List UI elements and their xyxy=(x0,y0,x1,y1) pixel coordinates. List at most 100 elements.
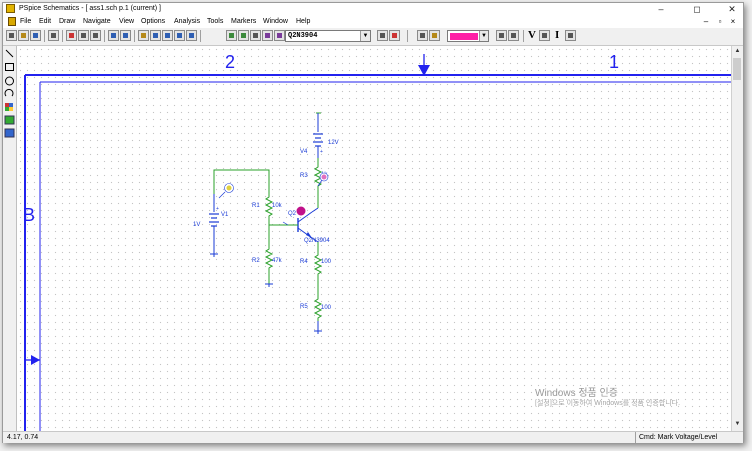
redo-icon[interactable] xyxy=(120,30,131,41)
voltage-marker-yellow-icon[interactable] xyxy=(218,183,234,199)
scroll-thumb[interactable] xyxy=(733,58,741,80)
menu-markers[interactable]: Markers xyxy=(231,15,256,28)
edit-symbol-icon[interactable] xyxy=(377,30,388,41)
v4-label: V4 xyxy=(300,149,308,155)
menu-navigate[interactable]: Navigate xyxy=(83,15,111,28)
zone-label-2: 2 xyxy=(225,52,235,72)
arc-tool-icon[interactable] xyxy=(4,88,14,97)
zone-label-b: B xyxy=(23,205,35,225)
menu-window[interactable]: Window xyxy=(263,15,288,28)
status-bar: 4.17, 0.74 Cmd: Mark Voltage/Level xyxy=(3,431,743,443)
v4-source[interactable]: + xyxy=(313,112,323,158)
simulate-icon[interactable] xyxy=(389,30,400,41)
mdi-restore-button[interactable]: ▫ xyxy=(714,15,726,28)
vertical-scrollbar[interactable]: ▲ ▼ xyxy=(731,46,743,431)
insert-text-icon[interactable] xyxy=(4,128,15,138)
v1-value: 1V xyxy=(193,222,200,228)
scroll-down-icon[interactable]: ▼ xyxy=(733,420,742,429)
voltage-diff-marker-icon[interactable] xyxy=(539,30,550,41)
q2-model: Q2N3904 xyxy=(304,238,330,244)
draw-block-icon[interactable] xyxy=(250,30,261,41)
copy-icon[interactable] xyxy=(78,30,89,41)
ground-symbol-r2 xyxy=(265,283,273,287)
redraw-icon[interactable] xyxy=(138,30,149,41)
probe-current-icon[interactable] xyxy=(508,30,519,41)
cursor-coordinates: 4.17, 0.74 xyxy=(7,434,39,441)
activation-watermark-text: [설정]으로 이동하여 Windows를 정품 인증합니다. xyxy=(535,400,681,407)
mdi-close-button[interactable]: × xyxy=(727,15,739,28)
new-file-icon[interactable] xyxy=(6,30,17,41)
ground-symbol-r5 xyxy=(314,330,322,334)
zoom-fit-icon[interactable] xyxy=(186,30,197,41)
menu-file[interactable]: File xyxy=(20,15,31,28)
svg-text:+: + xyxy=(320,149,323,155)
q2-label: Q2 xyxy=(288,211,297,217)
draw-bus-icon[interactable] xyxy=(238,30,249,41)
menu-draw[interactable]: Draw xyxy=(59,15,75,28)
menu-help[interactable]: Help xyxy=(296,15,310,28)
draw-palette xyxy=(3,46,17,431)
line-tool-icon[interactable] xyxy=(5,49,14,58)
page-center-arrow-top xyxy=(418,54,430,76)
r2-value: 47k xyxy=(272,258,283,264)
circle-tool-icon[interactable] xyxy=(5,76,14,86)
status-command: Cmd: Mark Voltage/Level xyxy=(635,432,717,443)
zoom-in-icon[interactable] xyxy=(150,30,161,41)
insert-picture-icon[interactable] xyxy=(4,115,15,125)
r2-label: R2 xyxy=(252,258,260,264)
v1-label: V1 xyxy=(221,212,229,218)
title-bar: PSpice Schematics - [ ass1.sch p.1 (curr… xyxy=(3,3,743,15)
menu-edit[interactable]: Edit xyxy=(39,15,51,28)
mdi-minimize-button[interactable]: – xyxy=(700,15,712,28)
maximize-button[interactable]: ◻ xyxy=(687,3,707,15)
window-title: PSpice Schematics - [ ass1.sch p.1 (curr… xyxy=(19,5,161,12)
minimize-button[interactable]: – xyxy=(651,3,671,15)
menu-options[interactable]: Options xyxy=(141,15,165,28)
ground-symbol-v1 xyxy=(210,253,218,257)
rectangle-tool-icon[interactable] xyxy=(5,63,14,71)
save-icon[interactable] xyxy=(30,30,41,41)
current-marker-icon[interactable] xyxy=(296,206,306,216)
edit-attributes-icon[interactable] xyxy=(274,30,285,41)
scroll-up-icon[interactable]: ▲ xyxy=(733,47,742,56)
draw-wire-icon[interactable] xyxy=(226,30,237,41)
undo-icon[interactable] xyxy=(108,30,119,41)
zoom-area-icon[interactable] xyxy=(174,30,185,41)
show-voltage-icon[interactable] xyxy=(429,30,440,41)
probe-icon[interactable] xyxy=(496,30,507,41)
toolbar: Q2N3904 ▼ ▼ V I xyxy=(3,28,743,46)
print-icon[interactable] xyxy=(48,30,59,41)
close-button[interactable]: ✕ xyxy=(722,3,742,15)
document-icon[interactable] xyxy=(8,17,16,26)
enable-bias-display-icon[interactable] xyxy=(417,30,428,41)
zoom-out-icon[interactable] xyxy=(162,30,173,41)
v1-source[interactable]: + xyxy=(209,194,219,254)
level-marker-icon[interactable] xyxy=(565,30,576,41)
r1-label: R1 xyxy=(252,203,260,209)
chevron-down-icon[interactable]: ▼ xyxy=(360,31,370,41)
palette-colors-icon[interactable] xyxy=(5,103,13,111)
part-name-value: Q2N3904 xyxy=(288,32,318,40)
menu-tools[interactable]: Tools xyxy=(207,15,223,28)
activation-watermark-title: Windows 정품 인증 xyxy=(535,388,618,399)
part-name-combobox[interactable]: Q2N3904 ▼ xyxy=(285,30,371,42)
voltage-marker-button[interactable]: V xyxy=(528,29,536,42)
wire-top xyxy=(213,169,270,194)
paste-icon[interactable] xyxy=(90,30,101,41)
get-part-icon[interactable] xyxy=(262,30,273,41)
menu-bar: File Edit Draw Navigate View Options Ana… xyxy=(3,15,743,28)
chevron-down-icon[interactable]: ▼ xyxy=(479,31,488,41)
r4-label: R4 xyxy=(300,259,308,265)
open-folder-icon[interactable] xyxy=(18,30,29,41)
schematic-canvas[interactable]: 2 1 B + V4 12V R3 1k xyxy=(17,46,731,431)
r3-label: R3 xyxy=(300,173,308,179)
cut-icon[interactable] xyxy=(66,30,77,41)
r5-value: 100 xyxy=(321,305,332,311)
pspice-app-icon xyxy=(6,4,15,13)
r5-label: R5 xyxy=(300,304,308,310)
marker-color-combobox[interactable]: ▼ xyxy=(447,30,489,42)
current-marker-button[interactable]: I xyxy=(555,29,559,42)
voltage-marker-icon[interactable] xyxy=(317,172,329,187)
menu-analysis[interactable]: Analysis xyxy=(174,15,200,28)
menu-view[interactable]: View xyxy=(119,15,134,28)
